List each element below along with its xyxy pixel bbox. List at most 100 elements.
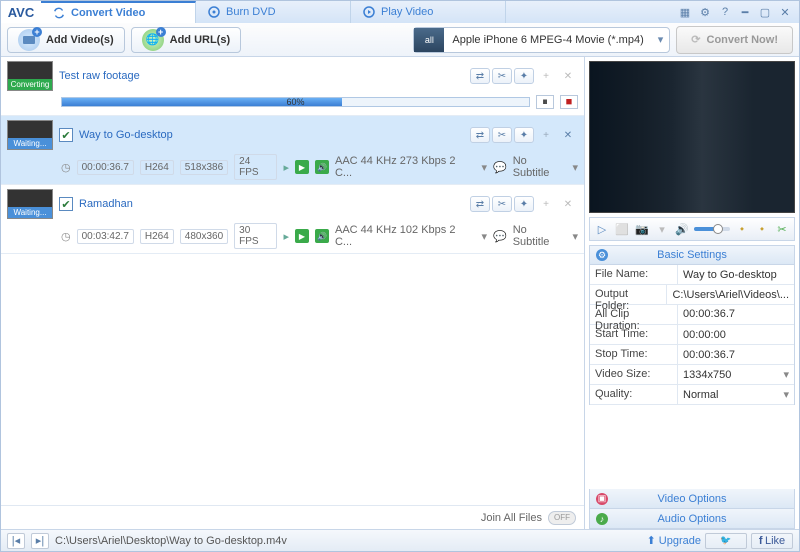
video-preview[interactable] <box>589 61 795 213</box>
button-label: Add URL(s) <box>170 34 231 46</box>
disc-icon <box>208 6 220 18</box>
audio-track-icon[interactable]: 🔊 <box>315 160 329 174</box>
section-title: Audio Options <box>657 513 726 525</box>
chevron-down-icon[interactable]: ▾ <box>481 161 487 174</box>
cut-icon[interactable]: ✂ <box>492 127 512 143</box>
facebook-like-button[interactable]: f Like <box>751 533 793 549</box>
chevron-down-icon[interactable]: ▾ <box>572 230 578 243</box>
item-title[interactable]: Test raw footage <box>59 70 140 82</box>
swap-icon[interactable]: ⇄ <box>470 127 490 143</box>
format-label: Apple iPhone 6 MPEG-4 Movie (*.mp4) <box>444 34 651 46</box>
thumbnail: Converting <box>7 61 53 91</box>
mark-in-icon[interactable]: ⬩ <box>734 221 750 237</box>
swap-icon[interactable]: ⇄ <box>470 68 490 84</box>
convert-icon <box>53 7 65 19</box>
stop-button[interactable]: ■ <box>560 95 578 109</box>
chevron-down-icon: ▾ <box>783 368 789 381</box>
wand-icon[interactable]: ✦ <box>514 127 534 143</box>
cut-icon[interactable]: ✂ <box>492 196 512 212</box>
setting-label: Start Time: <box>590 325 678 344</box>
remove-icon[interactable]: ✕ <box>558 196 578 212</box>
quality-dropdown[interactable]: Normal▾ <box>678 385 794 404</box>
vfps-value: 24 FPS <box>234 154 277 180</box>
item-checkbox[interactable]: ✔ <box>59 128 73 142</box>
start-time-field[interactable]: 00:00:00 <box>678 325 794 344</box>
clock-icon: ◷ <box>61 161 71 174</box>
side-panel: ▷ ⬜ 📷 ▾ 🔊 ⬩ ⬩ ✂ ⚙ Basic Settings File Na… <box>585 57 799 529</box>
cut-icon[interactable]: ✂ <box>492 68 512 84</box>
twitter-button[interactable]: 🐦 <box>705 533 747 549</box>
mark-out-icon[interactable]: ⬩ <box>754 221 770 237</box>
main-tabs: Convert Video Burn DVD Play Video <box>41 1 671 23</box>
help-icon[interactable]: ? <box>717 5 733 19</box>
list-item[interactable]: Waiting... ✔ Ramadhan ⇄ ✂ ✦ + ✕ ◷ 00:03:… <box>1 185 584 254</box>
audio-options-header[interactable]: ♪ Audio Options <box>589 509 795 529</box>
chevron-right-icon[interactable]: ▸ <box>283 161 289 174</box>
basic-settings-table: File Name:Way to Go-desktop Output Folde… <box>589 265 795 405</box>
progress-text: 60% <box>62 97 529 107</box>
tab-play-video[interactable]: Play Video <box>351 1 506 23</box>
play-button[interactable]: ▷ <box>594 221 610 237</box>
wand-icon[interactable]: ✦ <box>514 196 534 212</box>
item-checkbox[interactable]: ✔ <box>59 197 73 211</box>
video-options-header[interactable]: ▣ Video Options <box>589 489 795 509</box>
menu-icon[interactable]: ▦ <box>677 5 693 19</box>
item-title[interactable]: Way to Go-desktop <box>79 129 173 141</box>
video-size-dropdown[interactable]: 1334x750▾ <box>678 365 794 384</box>
minimize-button[interactable]: ━ <box>737 5 753 19</box>
statusbar: |◂ ▸| C:\Users\Ariel\Desktop\Way to Go-d… <box>1 529 799 551</box>
list-item[interactable]: Converting Test raw footage ⇄ ✂ ✦ + ✕ 60… <box>1 57 584 116</box>
volume-icon[interactable]: 🔊 <box>674 221 690 237</box>
prev-button[interactable]: |◂ <box>7 533 25 549</box>
remove-icon[interactable]: ✕ <box>558 68 578 84</box>
scissors-icon[interactable]: ✂ <box>774 221 790 237</box>
add-url-button[interactable]: 🌐 Add URL(s) <box>131 27 242 53</box>
tab-burn-dvd[interactable]: Burn DVD <box>196 1 351 23</box>
output-folder-field[interactable]: C:\Users\Ariel\Videos\... <box>667 285 794 304</box>
subtitle-value: No Subtitle <box>513 155 567 179</box>
chevron-down-icon[interactable]: ▾ <box>654 221 670 237</box>
add-icon[interactable]: + <box>536 127 556 143</box>
refresh-icon: ⟳ <box>691 33 700 46</box>
add-icon[interactable]: + <box>536 68 556 84</box>
audio-track-icon[interactable]: 🔊 <box>315 229 329 243</box>
stop-button[interactable]: ⬜ <box>614 221 630 237</box>
pause-button[interactable]: ⏸ <box>536 95 554 109</box>
wand-icon[interactable]: ✦ <box>514 68 534 84</box>
chevron-down-icon[interactable]: ▾ <box>481 230 487 243</box>
volume-slider[interactable] <box>694 227 730 231</box>
add-icon[interactable]: + <box>536 196 556 212</box>
basic-settings-header[interactable]: ⚙ Basic Settings <box>589 245 795 265</box>
video-track-icon[interactable]: ▶ <box>295 229 309 243</box>
maximize-button[interactable]: ▢ <box>757 5 773 19</box>
convert-now-button[interactable]: ⟳ Convert Now! <box>676 26 793 54</box>
chevron-down-icon[interactable]: ▾ <box>572 161 578 174</box>
thumbnail: Waiting... <box>7 189 53 219</box>
video-track-icon[interactable]: ▶ <box>295 160 309 174</box>
file-name-field[interactable]: Way to Go-desktop <box>678 265 794 284</box>
gear-icon[interactable]: ⚙ <box>697 5 713 19</box>
audio-info: AAC 44 KHz 273 Kbps 2 C... <box>335 155 476 179</box>
swap-icon[interactable]: ⇄ <box>470 196 490 212</box>
chevron-right-icon[interactable]: ▸ <box>283 230 289 243</box>
join-files-row: Join All Files OFF <box>1 505 584 529</box>
video-icon: ▣ <box>596 493 608 505</box>
titlebar: AVC Convert Video Burn DVD Play Video ▦ … <box>1 1 799 23</box>
tab-convert-video[interactable]: Convert Video <box>41 1 196 23</box>
join-files-toggle[interactable]: OFF <box>548 511 576 525</box>
remove-icon[interactable]: ✕ <box>558 127 578 143</box>
item-title[interactable]: Ramadhan <box>79 198 133 210</box>
snapshot-button[interactable]: 📷 <box>634 221 650 237</box>
output-format-dropdown[interactable]: all Apple iPhone 6 MPEG-4 Movie (*.mp4) … <box>413 27 670 53</box>
close-button[interactable]: ✕ <box>777 5 793 19</box>
list-item[interactable]: Waiting... ✔ Way to Go-desktop ⇄ ✂ ✦ + ✕… <box>1 116 584 185</box>
next-button[interactable]: ▸| <box>31 533 49 549</box>
stop-time-field[interactable]: 00:00:36.7 <box>678 345 794 364</box>
add-video-button[interactable]: Add Video(s) <box>7 27 125 53</box>
tab-label: Convert Video <box>71 7 145 19</box>
file-list-panel: Converting Test raw footage ⇄ ✂ ✦ + ✕ 60… <box>1 57 585 529</box>
thumbnail: Waiting... <box>7 120 53 150</box>
vres-value: 518x386 <box>180 160 228 175</box>
upgrade-link[interactable]: ⬆Upgrade <box>647 534 701 547</box>
button-label: Convert Now! <box>707 34 779 46</box>
